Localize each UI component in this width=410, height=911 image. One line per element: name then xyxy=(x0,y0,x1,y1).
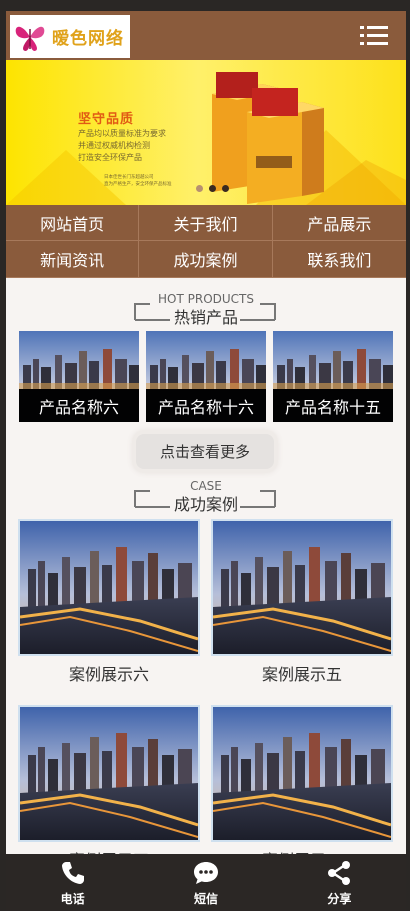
product-box-image xyxy=(212,72,324,204)
nav-item-news[interactable]: 新闻资讯 xyxy=(6,241,140,278)
phone-label: 电话 xyxy=(60,892,85,906)
banner-line: 产品均以质量标准为要求 xyxy=(78,129,166,138)
main-nav: 网站首页 关于我们 产品展示 新闻资讯 成功案例 联系我们 xyxy=(6,205,406,278)
nav-item-contact[interactable]: 联系我们 xyxy=(272,241,406,278)
product-card[interactable]: 产品名称十六 xyxy=(146,331,266,422)
banner-title: 坚守品质 xyxy=(78,112,135,127)
case-image xyxy=(18,519,200,656)
hot-products-heading: HOT PRODUCTS 热销产品 xyxy=(6,292,406,328)
carousel-dot[interactable] xyxy=(209,185,216,192)
city-photo xyxy=(213,521,391,654)
menu-icon[interactable] xyxy=(360,25,388,47)
case-title: 案例展示五 xyxy=(261,665,342,684)
product-thumbnail xyxy=(273,331,393,389)
site-header: 暧色网络 xyxy=(6,11,406,60)
cases-heading: CASE 成功案例 xyxy=(6,479,406,515)
message-button[interactable]: 短信 xyxy=(139,854,272,911)
view-more-button[interactable]: 点击查看更多 xyxy=(136,434,274,469)
case-card[interactable]: 案例展示三 xyxy=(211,705,393,871)
phone-icon xyxy=(61,862,84,884)
logo-text: 暧色网络 xyxy=(52,29,124,49)
city-photo xyxy=(213,707,391,840)
site-logo[interactable]: 暧色网络 xyxy=(10,15,130,58)
case-image xyxy=(18,705,200,842)
carousel-dots xyxy=(196,185,229,192)
message-icon xyxy=(193,862,218,884)
banner-line: 并通过权威机构检测 xyxy=(78,141,150,150)
carousel-dot[interactable] xyxy=(222,185,229,192)
case-image xyxy=(211,705,393,842)
product-name: 产品名称十六 xyxy=(146,389,266,422)
bottom-toolbar: 电话 短信 分享 xyxy=(6,854,406,911)
case-card[interactable]: 案例展示六 xyxy=(18,519,200,685)
nav-item-about[interactable]: 关于我们 xyxy=(139,205,273,241)
product-name: 产品名称六 xyxy=(19,389,139,422)
nav-item-home[interactable]: 网站首页 xyxy=(6,205,140,241)
mobile-page: 暧色网络 坚守品质 产品均以质量标准为要求 并通过权威机构检测 打造安全环保产品… xyxy=(6,11,406,911)
city-photo xyxy=(20,707,198,840)
product-thumbnail xyxy=(19,331,139,389)
nav-item-products[interactable]: 产品展示 xyxy=(272,205,406,241)
banner-small-line: 日本佳世长门东超越公司 xyxy=(104,175,154,180)
section-title-cn: 热销产品 xyxy=(173,308,238,327)
banner-small-line: 直为严格生产，安全环保产品标准 xyxy=(104,182,172,187)
product-card[interactable]: 产品名称六 xyxy=(19,331,139,422)
nav-item-cases[interactable]: 成功案例 xyxy=(139,241,273,278)
section-title-cn: 成功案例 xyxy=(173,495,238,514)
message-label: 短信 xyxy=(193,892,218,906)
case-card[interactable]: 案例展示五 xyxy=(211,519,393,685)
product-thumbnail xyxy=(146,331,266,389)
case-image xyxy=(211,519,393,656)
share-label: 分享 xyxy=(327,892,352,906)
case-card[interactable]: 案例展示四 xyxy=(18,705,200,871)
product-list: 产品名称六 产品名称十六 产品名称十五 xyxy=(19,331,395,422)
butterfly-logo-icon xyxy=(15,26,45,51)
share-icon xyxy=(328,861,351,885)
product-name: 产品名称十五 xyxy=(273,389,393,422)
banner-line: 打造安全环保产品 xyxy=(78,153,142,162)
share-button[interactable]: 分享 xyxy=(273,854,406,911)
case-title: 案例展示六 xyxy=(68,665,149,684)
carousel-dot[interactable] xyxy=(196,185,203,192)
city-photo xyxy=(20,521,198,654)
banner-carousel[interactable]: 坚守品质 产品均以质量标准为要求 并通过权威机构检测 打造安全环保产品 日本佳世… xyxy=(6,60,406,205)
phone-button[interactable]: 电话 xyxy=(6,854,139,911)
product-card[interactable]: 产品名称十五 xyxy=(273,331,393,422)
